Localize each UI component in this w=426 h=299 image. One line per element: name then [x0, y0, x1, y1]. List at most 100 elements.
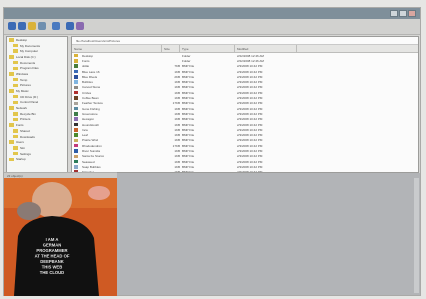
- column-size[interactable]: Size: [162, 45, 180, 52]
- folder-icon: [13, 43, 18, 48]
- column-name[interactable]: Name: [72, 45, 162, 52]
- shirt-text-line: GERMAN: [43, 243, 62, 248]
- file-name-text: Feather Texture: [82, 101, 103, 106]
- file-icon: [74, 80, 78, 84]
- file-icon: [74, 75, 78, 79]
- title-bar: [4, 8, 420, 19]
- file-icon: [74, 122, 78, 127]
- file-name-text: Prairie Wind: [82, 138, 99, 143]
- tree-item-label: Local Disk (C:): [16, 54, 36, 59]
- address-bar[interactable]: file://localhost/Users/sim/Pictures: [72, 37, 418, 45]
- file-name-text: Santa Fe Stucco: [82, 154, 105, 159]
- file-icon: [74, 133, 78, 137]
- file-name-text: River Sumida: [82, 148, 101, 153]
- tree-item-label: Downloads: [20, 134, 35, 139]
- folder-icon: [13, 117, 18, 122]
- folder-icon: [13, 49, 18, 53]
- file-icon: [74, 106, 78, 111]
- tree-item-label: Temp: [20, 77, 28, 82]
- folder-icon: [13, 151, 18, 156]
- lower-pane: [117, 173, 420, 295]
- file-icon: [74, 112, 78, 116]
- folder-icon: [9, 140, 14, 144]
- file-name-text: Blue Rivets: [82, 74, 98, 79]
- views-icon[interactable]: [52, 22, 60, 30]
- file-name-text: Bubbles: [82, 80, 93, 85]
- folder-icon: [13, 100, 18, 105]
- minimize-button[interactable]: [390, 10, 398, 17]
- file-name-text: Soap Bubbles: [82, 164, 101, 169]
- folder-up-icon[interactable]: [28, 22, 36, 30]
- vertical-scrollbar[interactable]: [414, 178, 419, 293]
- back-icon[interactable]: [8, 22, 16, 30]
- file-name-text: dollar: [82, 64, 90, 69]
- folder-icon: [13, 146, 18, 150]
- file-icon: [74, 154, 78, 159]
- tree-item-label: Startup: [16, 157, 26, 162]
- file-name-text: Rhododendron: [82, 143, 102, 148]
- column-modified[interactable]: Modified: [235, 45, 297, 52]
- file-icon: [74, 101, 78, 106]
- tree-item-label: Printers: [20, 117, 31, 122]
- tree-item-label: Program Files: [20, 66, 39, 71]
- file-rows: Desktop Folder 2/22/2008 12:46 AM Fonts Fold…: [72, 53, 418, 172]
- background-figure-2: [88, 186, 110, 200]
- file-list-pane: file://localhost/Users/sim/Pictures Name…: [71, 36, 419, 173]
- tree-item-label: My Music: [16, 89, 29, 94]
- file-name-text: Coffee Bean: [82, 96, 99, 101]
- file-icon: [74, 165, 78, 169]
- file-icon: [74, 85, 78, 90]
- shirt-text-line: DEEPBANK: [40, 259, 64, 264]
- folder-icon: [13, 77, 18, 82]
- tree-item-label: Desktop: [16, 37, 28, 42]
- folder-icon: [13, 134, 18, 139]
- shirt-text-line: AT THE HEAD OF: [35, 254, 70, 259]
- tree-item-label: My Documents: [20, 43, 41, 48]
- shirt-text-line: PROGRAMMER: [36, 248, 67, 253]
- tree-item[interactable]: Startup: [7, 156, 67, 162]
- tree-item-label: Shared: [20, 128, 30, 133]
- folder-icon: [13, 60, 18, 65]
- tree-item-label: Users: [16, 140, 24, 145]
- file-name-text: Blue Lace 16: [82, 69, 100, 74]
- file-name-text: Fonts: [82, 58, 90, 63]
- shirt-text-line: THE CLOUD: [40, 270, 64, 275]
- search-icon[interactable]: [38, 22, 46, 30]
- folder-icon: [13, 129, 18, 133]
- file-icon: [74, 138, 78, 143]
- folder-icon: [9, 89, 14, 93]
- column-extra[interactable]: [297, 45, 418, 52]
- image-preview: I AM A GERMAN PROGRAMMER AT THE HEAD OF DEEP…: [4, 178, 117, 296]
- maximize-button[interactable]: [399, 10, 407, 17]
- folder-icon: [9, 157, 14, 162]
- screen: Desktop My Documents My Computer Local Disk…: [3, 7, 421, 296]
- toolbar: [4, 19, 420, 35]
- tree-item-label: CD Drive (D:): [20, 94, 38, 99]
- file-icon: [74, 69, 78, 74]
- background-figure: [17, 202, 41, 220]
- file-icon: [74, 159, 78, 164]
- file-icon: [74, 53, 78, 58]
- file-name-text: Circles: [82, 90, 92, 95]
- file-icon: [74, 149, 78, 153]
- delete-icon[interactable]: [76, 22, 84, 30]
- preview-photo: I AM A GERMAN PROGRAMMER AT THE HEAD OF DEEP…: [4, 178, 117, 296]
- tree-item-label: Fonts: [16, 123, 24, 128]
- folder-icon: [9, 55, 14, 59]
- file-icon: [74, 96, 78, 100]
- column-type[interactable]: Type: [180, 45, 235, 52]
- file-name-text: Leaf: [82, 133, 88, 138]
- file-icon: [74, 64, 78, 68]
- tree-item-label: Network: [16, 106, 28, 111]
- folder-icon: [13, 66, 18, 71]
- tree-item-label: Control Panel: [20, 100, 39, 105]
- close-button[interactable]: [408, 10, 416, 17]
- file-name-text: Houndstooth: [82, 122, 100, 127]
- folder-icon: [9, 106, 14, 110]
- forward-icon[interactable]: [18, 22, 26, 30]
- file-name-text: Inca: [82, 127, 88, 132]
- folder-icon: [13, 112, 18, 116]
- tree-item-label: Documents: [20, 60, 36, 65]
- copy-icon[interactable]: [66, 22, 74, 30]
- file-name-text: Hexagon: [82, 117, 95, 122]
